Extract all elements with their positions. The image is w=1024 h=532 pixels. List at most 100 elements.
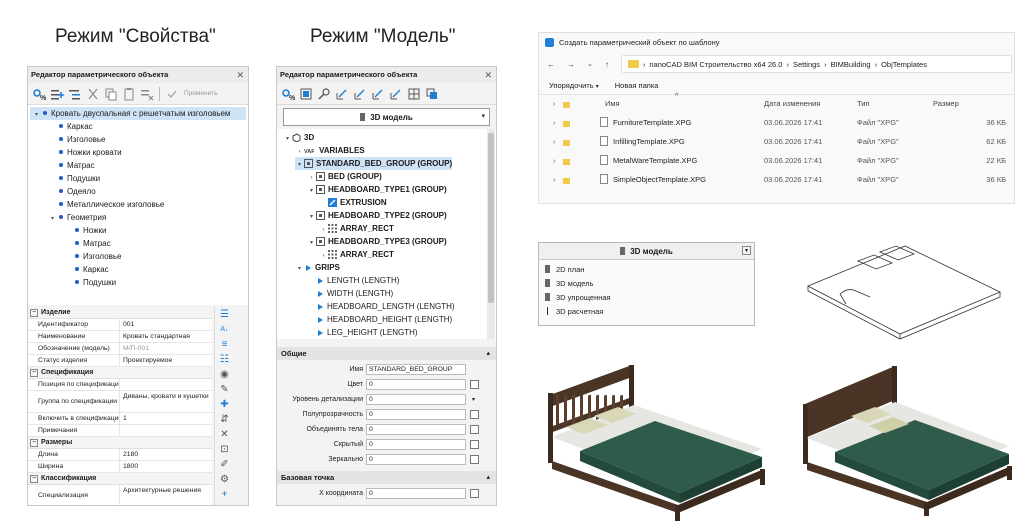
grip-add-icon[interactable]: [334, 86, 350, 102]
property-row[interactable]: Специализация Архитектурные решения: [28, 485, 212, 505]
mode-option[interactable]: 3D модель: [539, 276, 754, 290]
grip-angle-icon[interactable]: [370, 86, 386, 102]
chevron-right-icon[interactable]: ›: [553, 120, 555, 127]
expand-caret-icon[interactable]: ▾: [283, 133, 292, 146]
tree-item[interactable]: Подушки: [48, 172, 100, 185]
property-row[interactable]: Статус изделия Проектируемое: [28, 355, 212, 367]
tree-item[interactable]: Одеяло: [48, 185, 96, 198]
expand-caret-icon[interactable]: ▾: [307, 211, 316, 224]
grip-length-icon[interactable]: [352, 86, 368, 102]
property-value-input[interactable]: 0: [366, 488, 466, 499]
forward-arrow-icon[interactable]: →: [567, 60, 575, 69]
mode-option[interactable]: 2D план: [539, 262, 754, 276]
property-row[interactable]: Обозначение (модель) М/П-001: [28, 343, 212, 355]
tree-item[interactable]: ▾ Кровать двуспальная с решетчатым изголо…: [30, 107, 246, 120]
section-base-point[interactable]: Базовая точка ▴: [277, 471, 496, 484]
gear-icon[interactable]: ⚙: [219, 474, 231, 486]
property-category[interactable]: − Размеры: [28, 437, 212, 449]
tree-item[interactable]: HEADBOARD_HEIGHT (LENGTH): [307, 313, 452, 326]
collapse-icon[interactable]: ▴: [486, 347, 490, 360]
property-row[interactable]: Идентификатор 001: [28, 319, 212, 331]
property-value[interactable]: Кровать стандартная: [120, 331, 212, 342]
file-row[interactable]: InfillingTemplate.XPG 03.06.2026 17:41 Фай…: [587, 132, 1014, 151]
tree-item[interactable]: ▾ Геометрия: [48, 211, 106, 224]
expression-button[interactable]: [470, 425, 479, 434]
property-row[interactable]: Длина 2180: [28, 449, 212, 461]
back-arrow-icon[interactable]: ←: [547, 60, 555, 69]
address-path[interactable]: › nanoCAD BIM Строительство x64 26.0 › S…: [620, 55, 1012, 73]
tree-item[interactable]: ▾ GRIPS: [295, 261, 340, 274]
chevron-down-icon[interactable]: ▾: [481, 112, 485, 120]
property-value-input[interactable]: 0: [366, 424, 466, 435]
nav-folder[interactable]: ›: [539, 95, 587, 114]
object-settings-icon[interactable]: %: [280, 86, 296, 102]
file-row[interactable]: MetalWareTemplate.XPG 03.06.2026 17:41 Фай…: [587, 151, 1014, 170]
nav-folder[interactable]: ›: [539, 114, 587, 133]
chevron-down-icon[interactable]: ▾: [469, 396, 478, 403]
file-row[interactable]: SimpleObjectTemplate.XPG 03.06.2026 17:41…: [587, 170, 1014, 189]
plus-icon[interactable]: +: [219, 489, 231, 501]
tree-item[interactable]: › ARRAY_RECT: [319, 222, 394, 235]
chevron-right-icon[interactable]: ›: [553, 139, 555, 146]
expand-caret-icon[interactable]: ▾: [295, 263, 304, 276]
tree-item[interactable]: Матрас: [64, 237, 111, 250]
collapse-icon[interactable]: ▴: [486, 471, 490, 484]
pick-icon[interactable]: [316, 86, 332, 102]
up-arrow-icon[interactable]: ↑: [605, 60, 609, 69]
expression-button[interactable]: [470, 410, 479, 419]
filter-view-icon[interactable]: ☷: [219, 354, 231, 366]
property-category[interactable]: − Спецификация: [28, 367, 212, 379]
collapse-icon[interactable]: −: [30, 439, 38, 447]
property-value[interactable]: 001: [120, 319, 212, 330]
copy-icon[interactable]: [103, 86, 119, 102]
tree-item[interactable]: › ARRAY_RECT: [319, 248, 394, 261]
property-category[interactable]: − Изделие: [28, 307, 212, 319]
file-row[interactable]: FurnitureTemplate.XPG 03.06.2026 17:41 Фай…: [587, 113, 1014, 132]
categorized-view-icon[interactable]: ☰: [219, 309, 231, 321]
chevron-right-icon[interactable]: ›: [553, 101, 555, 108]
list-view-icon[interactable]: ≡: [219, 339, 231, 351]
tree-item[interactable]: Матрас: [48, 159, 95, 172]
tree-item[interactable]: Изголовье: [48, 133, 106, 146]
col-type-header[interactable]: Тип: [857, 99, 870, 108]
property-row[interactable]: Наименование Кровать стандартная: [28, 331, 212, 343]
expression-button[interactable]: [470, 440, 479, 449]
path-segment[interactable]: Settings: [793, 60, 820, 69]
property-value[interactable]: 2180: [120, 449, 212, 460]
property-value[interactable]: Архитектурные решения: [120, 485, 212, 505]
expand-caret-icon[interactable]: ▾: [32, 109, 41, 122]
grip-point-icon[interactable]: [388, 86, 404, 102]
property-value-input[interactable]: 0: [366, 379, 466, 390]
cut-icon[interactable]: [85, 86, 101, 102]
collapse-icon[interactable]: −: [30, 369, 38, 377]
chevron-down-icon[interactable]: ⌄: [587, 60, 593, 68]
sort-button[interactable]: Упорядочить ▾: [549, 81, 599, 90]
lock-icon[interactable]: ⊡: [219, 444, 231, 456]
paste-icon[interactable]: [121, 86, 137, 102]
chevron-down-icon[interactable]: ▾: [742, 246, 751, 255]
section-common[interactable]: Общие ▴: [277, 347, 496, 360]
add-subitem-icon[interactable]: [67, 86, 83, 102]
property-value[interactable]: 1800: [120, 461, 212, 472]
visibility-icon[interactable]: ◉: [219, 369, 231, 381]
tree-item[interactable]: LEG_HEIGHT (LENGTH): [307, 326, 418, 339]
nav-folder[interactable]: ›: [539, 133, 587, 152]
expression-button[interactable]: [470, 380, 479, 389]
object-settings-icon[interactable]: %: [31, 86, 47, 102]
delete-param-icon[interactable]: ✕: [219, 429, 231, 441]
expression-button[interactable]: [470, 455, 479, 464]
mode-option[interactable]: 3D упрощенная: [539, 290, 754, 304]
collapse-icon[interactable]: −: [30, 475, 38, 483]
property-row[interactable]: Включить в спецификацию 1: [28, 413, 212, 425]
property-value-input[interactable]: 0: [366, 439, 466, 450]
property-value-input[interactable]: STANDARD_BED_GROUP: [366, 364, 466, 375]
nav-folder[interactable]: ›: [539, 152, 587, 171]
tree-scrollbar[interactable]: [487, 129, 495, 339]
tree-item[interactable]: Изголовье: [64, 250, 122, 263]
tree-item[interactable]: WIDTH (LENGTH): [307, 287, 393, 300]
apply-icon[interactable]: [164, 86, 180, 102]
tree-item[interactable]: Ножки: [64, 224, 106, 237]
expand-caret-icon[interactable]: ▾: [295, 159, 304, 172]
property-row[interactable]: Позиция по спецификации: [28, 379, 212, 391]
tree-item[interactable]: Каркас: [48, 120, 93, 133]
